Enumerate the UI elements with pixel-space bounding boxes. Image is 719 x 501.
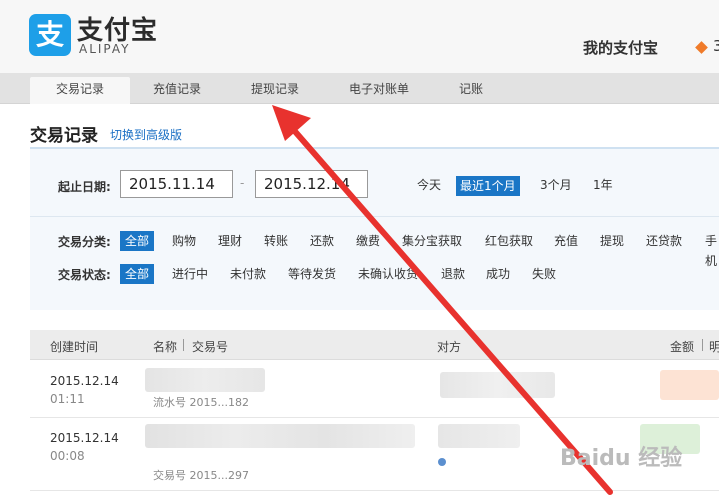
tab-recharge-records[interactable]: 充值记录 [137,77,217,104]
row-trade-no: 交易号 2015...297 [153,469,249,482]
header-cut-text: 3 [713,37,719,55]
tab-trade-records[interactable]: 交易记录 [30,77,130,104]
watermark: Baidu 经验 [560,446,683,471]
status-unpaid[interactable]: 未付款 [230,264,266,284]
tab-e-statement[interactable]: 电子对账单 [337,77,421,104]
switch-advanced-link[interactable]: 切换到高级版 [110,126,182,143]
category-bills[interactable]: 缴费 [356,231,380,251]
diamond-icon [695,41,708,54]
status-refund[interactable]: 退款 [441,264,465,284]
category-red-packet[interactable]: 红包获取 [485,231,533,251]
range-3-months[interactable]: 3个月 [540,176,572,193]
status-failed[interactable]: 失败 [532,264,556,284]
range-today[interactable]: 今天 [417,176,441,193]
row-time: 00:08 [50,449,85,463]
category-points[interactable]: 集分宝获取 [402,231,462,251]
dot-icon [438,458,446,466]
page-title: 交易记录 [30,126,98,146]
category-shopping[interactable]: 购物 [172,231,196,251]
table-header [30,330,719,360]
range-1-year[interactable]: 1年 [593,176,613,193]
category-label: 交易分类: [58,235,111,249]
category-repay[interactable]: 还款 [310,231,334,251]
end-date-input[interactable]: 2015.12.14 [255,170,368,198]
category-withdraw[interactable]: 提现 [600,231,624,251]
tab-bookkeeping[interactable]: 记账 [450,77,492,104]
redacted-amount [660,370,719,400]
status-awaiting-shipment[interactable]: 等待发货 [288,264,336,284]
col-divider [702,339,703,351]
status-unconfirmed[interactable]: 未确认收货 [358,264,418,284]
logo-text-en: ALIPAY [79,42,131,56]
row-divider [30,490,719,491]
nav-bar: 交易记录 充值记录 提现记录 电子对账单 记账 [0,73,719,104]
redacted-name [145,368,265,392]
row-serial: 流水号 2015...182 [153,396,249,409]
redacted-counterparty [438,424,520,448]
date-dash: - [240,176,245,190]
category-recharge[interactable]: 充值 [554,231,578,251]
start-date-input[interactable]: 2015.11.14 [120,170,233,198]
col-divider [183,339,184,351]
date-range-label: 起止日期: [58,180,111,194]
category-all[interactable]: 全部 [120,231,155,251]
category-finance[interactable]: 理财 [218,231,242,251]
category-mobile[interactable]: 手机 [705,231,719,271]
divider [30,216,719,217]
header: 支 支付宝 ALIPAY 我的支付宝 3 [0,0,719,73]
redacted-counterparty [440,372,555,398]
category-loan[interactable]: 还贷款 [646,231,682,251]
alipay-logo-icon[interactable]: 支 [29,14,71,56]
status-all[interactable]: 全部 [120,264,155,284]
col-counterparty: 对方 [437,340,462,354]
status-label: 交易状态: [58,268,111,282]
range-1-month[interactable]: 最近1个月 [456,176,520,196]
tab-withdraw-records[interactable]: 提现记录 [235,77,315,104]
redacted-name [145,424,415,448]
col-trade-no: 交易号 [192,340,229,354]
col-created-time[interactable]: 创建时间 [50,338,98,355]
row-date: 2015.12.14 [50,374,119,388]
category-transfer[interactable]: 转账 [264,231,288,251]
row-date: 2015.12.14 [50,431,119,445]
status-processing[interactable]: 进行中 [172,264,208,284]
row-divider [30,417,719,418]
my-alipay-link[interactable]: 我的支付宝 [583,37,658,58]
status-success[interactable]: 成功 [486,264,510,284]
col-detail: 明 [709,340,719,354]
row-time: 01:11 [50,392,85,406]
col-name: 名称 [153,340,178,354]
col-amount[interactable]: 金额 [670,338,694,355]
